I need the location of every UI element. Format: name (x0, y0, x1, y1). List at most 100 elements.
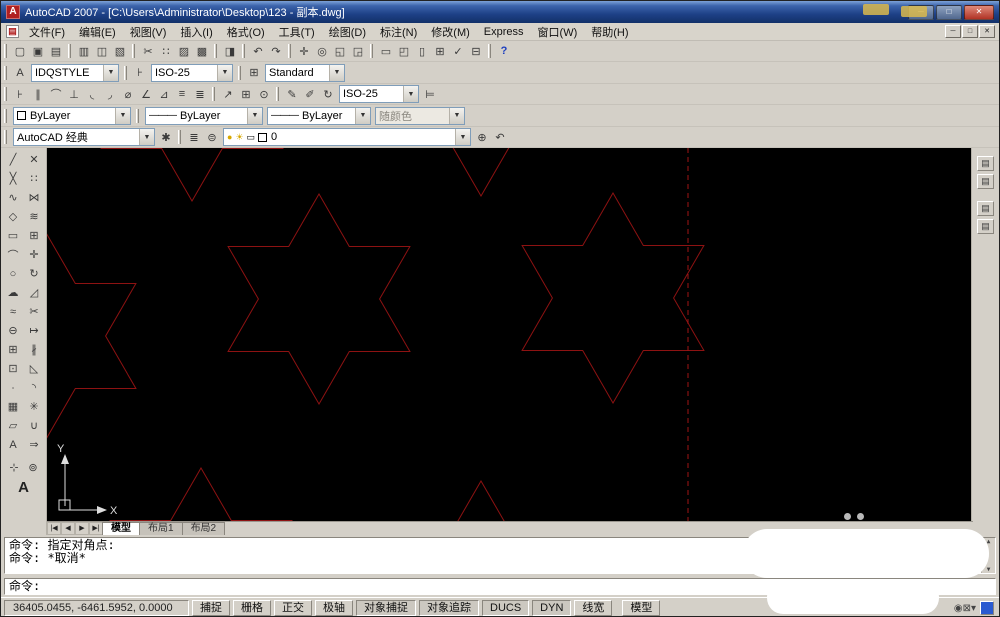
tab-nav-first[interactable]: |◀ (47, 522, 61, 535)
help-button[interactable]: ? (495, 43, 513, 60)
chevron-down-icon[interactable]: ▼ (103, 65, 118, 81)
layer-on-bulb-icon[interactable]: ● (227, 132, 232, 142)
toolbar-grip[interactable] (288, 44, 291, 58)
menu-item-6[interactable]: 工具(T) (272, 22, 322, 42)
dim-aligned-button[interactable]: ∥ (29, 86, 47, 103)
mirror-button[interactable]: ⋈ (25, 188, 44, 207)
undo-button[interactable]: ↶ (249, 43, 267, 60)
rectangle-button[interactable]: ▭ (4, 226, 23, 245)
menu-item-8[interactable]: 标注(N) (373, 22, 424, 42)
zoom-previous-button[interactable]: ◲ (349, 43, 367, 60)
tab-model[interactable]: 模型 (102, 522, 140, 535)
dim-style-manager-button[interactable]: ⊨ (421, 86, 439, 103)
chevron-down-icon[interactable]: ▼ (247, 108, 262, 124)
layer-states-button[interactable]: ⊜ (203, 129, 221, 146)
fillet-button[interactable]: ◝ (25, 378, 44, 397)
dim-ordinate-button[interactable]: ⊥ (65, 86, 83, 103)
tab-layout2[interactable]: 布局2 (182, 522, 226, 535)
arc-button[interactable]: ⌒ (4, 245, 23, 264)
dim-update-button[interactable]: ↻ (319, 86, 337, 103)
dim-text-edit-button[interactable]: ✐ (301, 86, 319, 103)
status-toggle-model[interactable]: 模型 (622, 600, 660, 616)
menu-item-3[interactable]: 视图(V) (123, 22, 174, 42)
communication-center-icon[interactable]: ◉ (954, 603, 963, 614)
explode-button[interactable]: ✳ (25, 397, 44, 416)
menu-item-7[interactable]: 绘图(D) (322, 22, 373, 42)
copy-object-button[interactable]: ∷ (25, 169, 44, 188)
match-properties-button[interactable]: ▩ (193, 43, 211, 60)
ellipse-button[interactable]: ⊖ (4, 321, 23, 340)
rotate-button[interactable]: ↻ (25, 264, 44, 283)
right-dock-button-1-button[interactable]: ▤ (977, 156, 994, 171)
plot-preview-button[interactable]: ◫ (93, 43, 111, 60)
dim-style-combo[interactable]: ISO-25 ▼ (151, 64, 233, 82)
tab-layout1[interactable]: 布局1 (139, 522, 183, 535)
doc-restore-button[interactable]: □ (962, 25, 978, 38)
offset-button[interactable]: ≋ (25, 207, 44, 226)
dim-style-button[interactable]: ⊦ (131, 64, 149, 81)
layer-properties-button[interactable]: ≣ (185, 129, 203, 146)
circle-button[interactable]: ○ (4, 264, 23, 283)
quick-dimension-button[interactable]: ⊿ (155, 86, 173, 103)
table-style-button[interactable]: ⊞ (245, 64, 263, 81)
trim-button[interactable]: ✂ (25, 302, 44, 321)
spline-button[interactable]: ≈ (4, 302, 23, 321)
doc-minimize-button[interactable]: ─ (945, 25, 961, 38)
status-toggle-polar[interactable]: 极轴 (315, 600, 353, 616)
clean-screen-button[interactable] (980, 601, 994, 615)
redo-button[interactable]: ↷ (267, 43, 285, 60)
chevron-down-icon[interactable]: ▼ (139, 129, 154, 145)
toolbar-grip[interactable] (4, 44, 7, 58)
text-style-button[interactable]: A (11, 64, 29, 81)
join-button[interactable]: ∪ (25, 416, 44, 435)
color-combo[interactable]: ByLayer ▼ (13, 107, 131, 125)
status-toggle-otrack[interactable]: 对象追踪 (419, 600, 479, 616)
layer-unlock-icon[interactable]: ▭ (247, 132, 256, 143)
distance-button[interactable]: ⊹ (5, 458, 24, 477)
menu-item-2[interactable]: 编辑(E) (72, 22, 123, 42)
tab-nav-last[interactable]: ▶| (89, 522, 103, 535)
dim-continue-button[interactable]: ≣ (191, 86, 209, 103)
chevron-down-icon[interactable]: ▼ (217, 65, 232, 81)
markup-set-manager-button[interactable]: ✓ (449, 43, 467, 60)
open-button[interactable]: ▣ (29, 43, 47, 60)
zoom-window-button[interactable]: ◱ (331, 43, 349, 60)
layer-combo[interactable]: ● ☀ ▭ 0 ▼ (223, 128, 471, 146)
toolbar-lock-icon[interactable]: ⊠ (963, 603, 971, 614)
menu-item-9[interactable]: 修改(M) (424, 22, 477, 42)
status-toggle-ducs[interactable]: DUCS (482, 600, 529, 616)
right-dock-button-4-button[interactable]: ▤ (977, 219, 994, 234)
move-button[interactable]: ✛ (25, 245, 44, 264)
line-button[interactable]: ╱ (4, 150, 23, 169)
drawing-canvas[interactable]: Y X (47, 148, 973, 521)
chevron-down-icon[interactable]: ▼ (115, 108, 130, 124)
tab-nav-prev[interactable]: ◀ (61, 522, 75, 535)
toolbar-grip[interactable] (4, 109, 7, 123)
pan-button[interactable]: ✛ (295, 43, 313, 60)
polygon-button[interactable]: ◇ (4, 207, 23, 226)
workspace-combo[interactable]: AutoCAD 经典 ▼ (13, 128, 155, 146)
quickcalc-button[interactable]: ⊟ (467, 43, 485, 60)
menu-item-4[interactable]: 插入(I) (173, 22, 219, 42)
array-button[interactable]: ⊞ (25, 226, 44, 245)
sheet-set-manager-button[interactable]: ⊞ (431, 43, 449, 60)
status-toggle-ortho[interactable]: 正交 (274, 600, 312, 616)
plot-button[interactable]: ▥ (75, 43, 93, 60)
tab-nav-next[interactable]: ▶ (75, 522, 89, 535)
coordinates-readout[interactable]: 36405.0455, -6461.5952, 0.0000 (4, 600, 189, 616)
cut-button[interactable]: ✂ (139, 43, 157, 60)
dim-style-combo-2[interactable]: ISO-25 ▼ (339, 85, 419, 103)
tool-palettes-button[interactable]: ▯ (413, 43, 431, 60)
menu-item-5[interactable]: 格式(O) (220, 22, 272, 42)
dim-baseline-button[interactable]: ≡ (173, 86, 191, 103)
status-toggle-snap[interactable]: 捕捉 (192, 600, 230, 616)
center-mark-button[interactable]: ⊙ (255, 86, 273, 103)
close-button[interactable]: ✕ (964, 5, 994, 20)
toolbar-grip[interactable] (488, 44, 491, 58)
layer-thaw-sun-icon[interactable]: ☀ (235, 132, 243, 143)
toolbar-grip[interactable] (214, 44, 217, 58)
toolbar-grip[interactable] (4, 66, 7, 80)
status-toggle-osnap[interactable]: 对象捕捉 (356, 600, 416, 616)
point-button[interactable]: ∙ (4, 378, 23, 397)
lineweight-combo[interactable]: ——— ByLayer ▼ (267, 107, 371, 125)
